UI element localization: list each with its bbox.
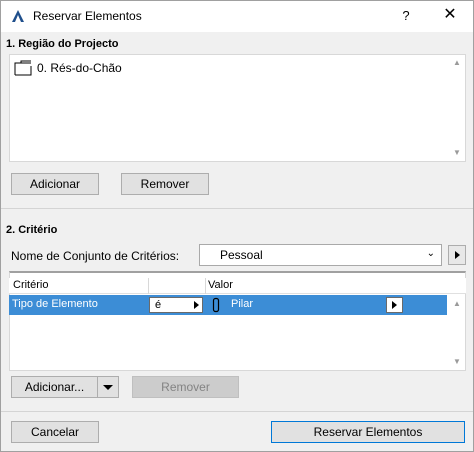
window-title: Reservar Elementos — [33, 9, 142, 23]
scroll-down-icon[interactable]: ▼ — [451, 357, 463, 367]
criteria-heading: 2. Critério — [6, 224, 58, 236]
operator-value: é — [155, 299, 162, 311]
operator-dropdown[interactable]: é — [149, 297, 203, 313]
criterion-cell: Tipo de Elemento — [12, 298, 98, 310]
triangle-right-icon — [455, 251, 460, 259]
value-cell: Pilar — [231, 298, 254, 310]
separator — [1, 411, 473, 412]
column-header-criterion: Critério — [13, 279, 49, 291]
close-button[interactable]: ✕ — [435, 4, 465, 28]
column-divider — [148, 278, 149, 294]
criteria-set-label: Nome de Conjunto de Critérios: — [11, 249, 180, 263]
help-button[interactable]: ? — [393, 4, 419, 28]
remove-region-button[interactable]: Remover — [121, 173, 209, 195]
story-label: 0. Rés-do-Chão — [37, 61, 122, 75]
region-heading: 1. Região do Projecto — [6, 38, 119, 50]
list-item[interactable]: 0. Rés-do-Chão — [13, 60, 122, 76]
criteria-set-value: Pessoal — [220, 248, 263, 262]
add-region-button[interactable]: Adicionar — [11, 173, 99, 195]
story-icon — [14, 60, 32, 76]
column-header-value: Valor — [208, 279, 233, 291]
title-bar: Reservar Elementos ? ✕ — [1, 1, 473, 32]
remove-criterion-button[interactable]: Remover — [132, 376, 239, 398]
triangle-right-icon — [194, 301, 199, 309]
chevron-down-icon: ⌄ — [426, 248, 435, 259]
reserve-elements-dialog: Reservar Elementos ? ✕ 1. Região do Proj… — [0, 0, 474, 452]
scroll-up-icon[interactable]: ▲ — [451, 299, 463, 309]
add-criterion-menu-button[interactable] — [97, 376, 119, 398]
add-criterion-button[interactable]: Adicionar... — [11, 376, 97, 398]
column-icon — [212, 297, 220, 313]
value-menu-button[interactable] — [386, 297, 403, 313]
column-divider — [205, 278, 206, 294]
scroll-down-icon[interactable]: ▼ — [451, 148, 463, 158]
criteria-set-dropdown[interactable]: Pessoal ⌄ — [199, 244, 442, 266]
cancel-button[interactable]: Cancelar — [11, 421, 99, 443]
criteria-set-menu-button[interactable] — [448, 245, 466, 265]
archicad-icon — [12, 10, 24, 22]
separator — [1, 208, 473, 209]
reserve-elements-button[interactable]: Reservar Elementos — [271, 421, 465, 443]
triangle-right-icon — [392, 301, 397, 309]
criteria-grid-header: Critério Valor — [9, 278, 466, 294]
table-row[interactable]: Tipo de Elemento é Pilar — [9, 295, 447, 315]
scroll-up-icon[interactable]: ▲ — [451, 58, 463, 68]
chevron-down-icon — [103, 385, 113, 390]
